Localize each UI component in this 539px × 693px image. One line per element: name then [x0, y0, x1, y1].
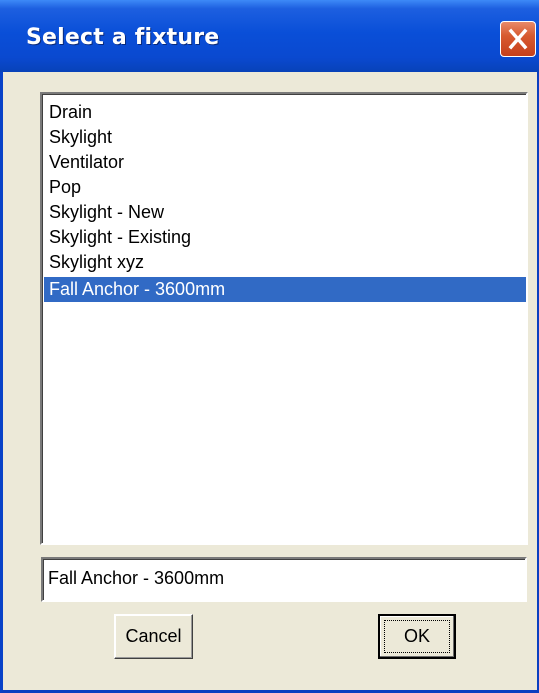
list-item-selected[interactable]: Fall Anchor - 3600mm [44, 277, 526, 302]
list-item[interactable]: Skylight xyz [44, 250, 526, 275]
ok-button-label: OK [384, 620, 450, 653]
ok-button[interactable]: OK [378, 614, 456, 659]
selected-fixture-field[interactable]: Fall Anchor - 3600mm [41, 557, 527, 602]
list-item[interactable]: Ventilator [44, 150, 526, 175]
cancel-button[interactable]: Cancel [114, 614, 193, 659]
list-item[interactable]: Skylight - Existing [44, 225, 526, 250]
fixture-dialog: Select a fixture Drain Skylight Ventilat… [0, 0, 539, 693]
title-bar[interactable]: Select a fixture [0, 0, 539, 72]
list-item[interactable]: Skylight - New [44, 200, 526, 225]
fixture-listbox[interactable]: Drain Skylight Ventilator Pop Skylight -… [40, 92, 528, 545]
dialog-title: Select a fixture [26, 25, 220, 50]
close-icon [508, 28, 528, 50]
close-button[interactable] [500, 21, 536, 57]
list-item[interactable]: Drain [44, 100, 526, 125]
list-item[interactable]: Pop [44, 175, 526, 200]
list-item[interactable]: Skylight [44, 125, 526, 150]
